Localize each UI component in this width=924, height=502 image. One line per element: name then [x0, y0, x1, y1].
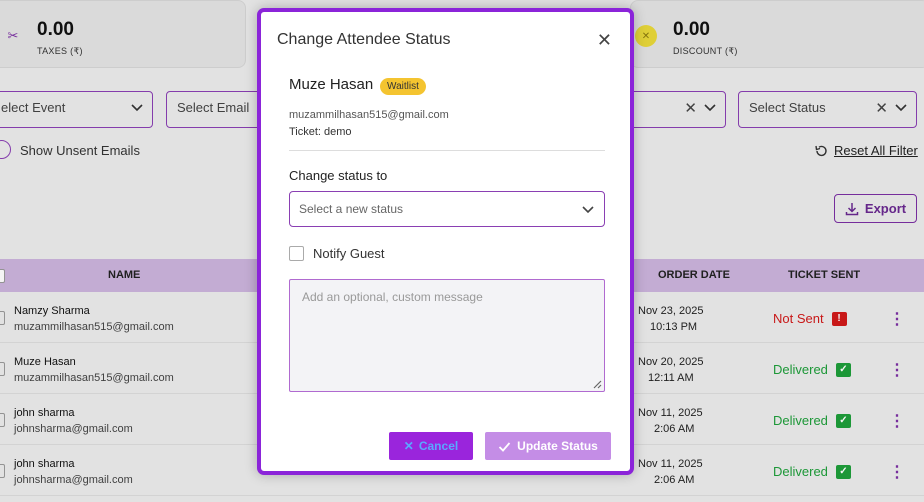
x-icon: ✕ [403, 439, 414, 453]
status-select-placeholder: Select a new status [299, 202, 404, 216]
divider [289, 150, 605, 151]
ticket-label: Ticket: [289, 126, 321, 138]
notify-guest-checkbox[interactable] [289, 246, 304, 261]
custom-message-input[interactable] [289, 279, 605, 392]
ticket-value: demo [324, 126, 352, 138]
change-status-label: Change status to [289, 168, 388, 183]
chevron-down-icon [582, 206, 594, 214]
resize-handle-icon[interactable] [592, 379, 602, 389]
change-status-modal: Change Attendee Status ✕ Muze Hasan Wait… [257, 8, 634, 475]
cancel-button[interactable]: ✕ Cancel [389, 432, 473, 460]
attendee-name: Muze Hasan [289, 76, 374, 93]
status-select[interactable]: Select a new status [289, 191, 605, 227]
modal-title: Change Attendee Status [277, 31, 451, 48]
notify-guest-label: Notify Guest [313, 246, 385, 261]
close-icon[interactable]: ✕ [597, 30, 612, 51]
ticket-info: Ticket: demo [289, 126, 352, 138]
update-status-label: Update Status [517, 439, 598, 453]
status-badge: Waitlist [380, 78, 426, 95]
cancel-label: Cancel [418, 439, 459, 453]
attendee-email: muzammilhasan515@gmail.com [289, 109, 449, 121]
update-status-button[interactable]: Update Status [485, 432, 611, 460]
check-icon [499, 441, 511, 452]
